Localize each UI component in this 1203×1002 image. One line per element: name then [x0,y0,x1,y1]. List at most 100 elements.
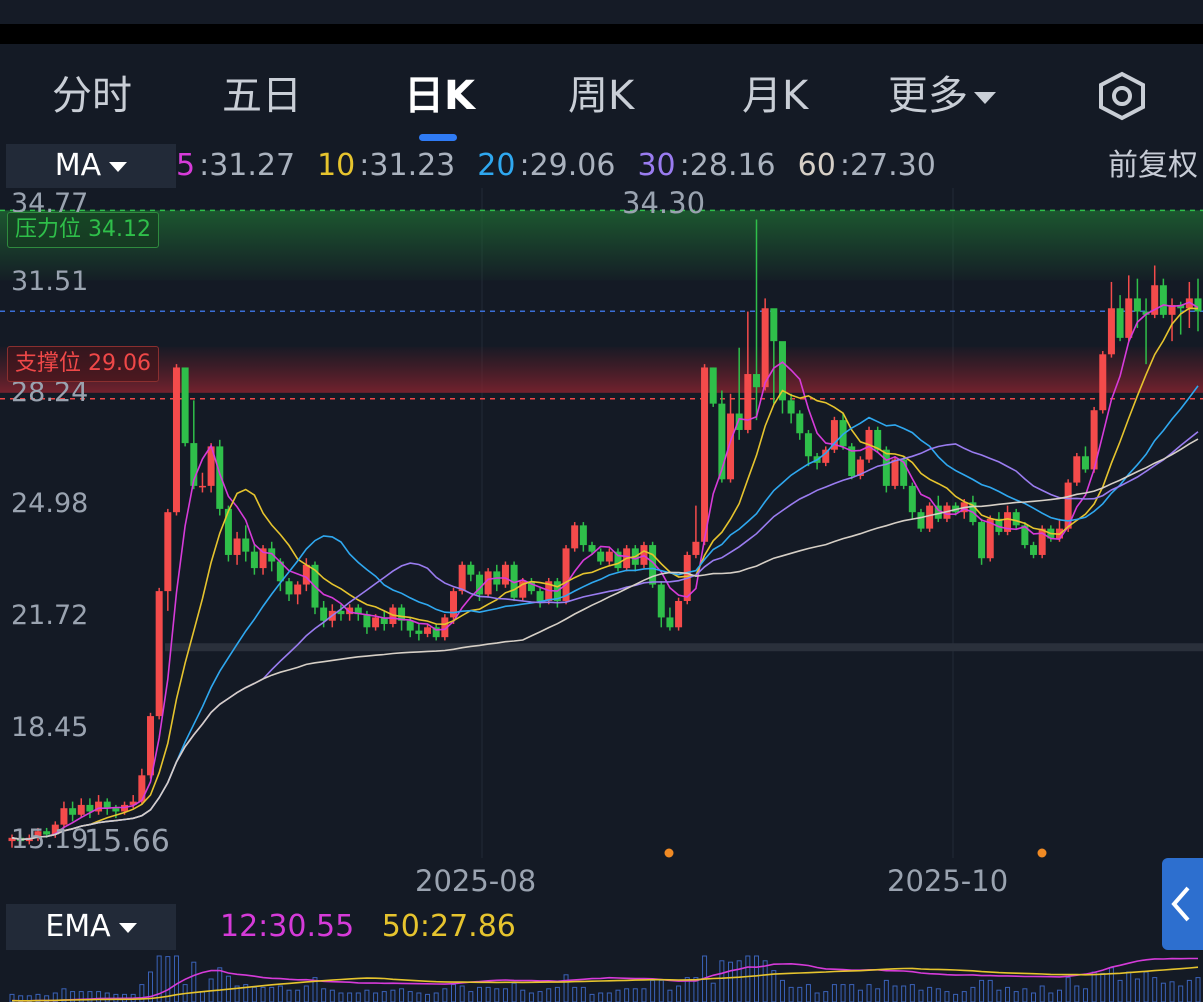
ema-bar [1074,985,1080,1002]
ema-bar [710,982,716,1002]
ema-indicator-selector[interactable]: EMA [6,904,176,950]
candle-body [458,564,466,592]
candle-body [415,630,423,634]
ema-bar [935,988,941,1002]
candle-body [112,808,120,812]
ema-bar [459,985,465,1002]
ma-30-value: 30:28.16 [637,148,779,183]
candle-body [1159,285,1167,315]
ma-legend: 5:31.27 10:31.23 20:29.06 30:28.16 60:27.30 [176,144,958,188]
ema-bar [1195,977,1201,1002]
tab-intraday[interactable]: 分时 [52,66,132,126]
ema-bar [1117,979,1123,1002]
ema-bar [286,989,292,1002]
price-adjust-mode[interactable]: 前复权 [1108,144,1198,188]
caret-down-icon [109,161,128,172]
ema-bar [1091,971,1097,1002]
tab-more[interactable]: 更多 [888,66,996,126]
event-marker-dot [664,848,674,858]
candle-body [701,367,709,542]
candle-body [752,374,760,388]
tab-weekly-k[interactable]: 周K [568,66,634,126]
candle-body [406,620,414,631]
candlestick-chart[interactable] [0,188,1203,858]
ema-bar [425,993,431,1002]
ma-5-value: 5:31.27 [176,148,299,183]
y-axis-label: 21.72 [11,600,89,631]
ema-bar [745,955,751,1002]
candle-body [579,525,587,546]
y-axis-label: 15.19 [11,824,89,855]
ema-bar [165,956,171,1002]
candle-body [1194,298,1202,312]
tab-daily-k[interactable]: 日K [404,66,475,126]
ema-bar [1082,988,1088,1002]
ma-period: 30 [637,148,676,183]
low-price-marker: 15.66 [84,824,170,859]
ma-value: :29.06 [519,148,616,183]
candle-body [891,459,899,486]
candle-body [242,538,250,552]
ema-bar [805,984,811,1002]
candle-body [908,485,916,513]
ma-indicator-selector[interactable]: MA [6,144,176,188]
tab-five-day[interactable]: 五日 [222,66,302,126]
candle-body [233,538,241,555]
y-axis-label: 31.51 [11,266,89,297]
ema-bar [520,989,526,1002]
support-zone [0,346,1203,393]
resistance-zone [0,210,1203,281]
ema-bar [658,979,664,1002]
support-label-text: 支撑位 [15,351,82,376]
candle-body [285,581,293,595]
candle-body [605,551,613,562]
ema-50-line [11,966,1199,1002]
ema-bar [1186,979,1192,1002]
candle-body [164,512,172,592]
ema-bar [563,974,569,1002]
support-level-label: 支撑位 29.06 [7,346,159,382]
ema-bar [918,989,924,1002]
ema-bar [779,979,785,1002]
candle-body [138,775,146,802]
event-marker-dot [1037,848,1047,858]
ema-bar [736,960,742,1002]
settings-hexagon-icon[interactable] [1094,71,1150,121]
ma-period: 5 [176,148,196,183]
candle-body [294,584,302,595]
ema-bar [338,992,344,1002]
candle-body [735,413,743,430]
ema-bar [892,985,898,1002]
ema-bar [1178,985,1184,1002]
ema-bar [494,988,500,1002]
baseline-band [165,643,1203,652]
ema-bar [554,986,560,1002]
ema-legend: 12:30.55 50:27.86 [220,904,534,950]
ema-bar [1126,971,1132,1002]
ema-bar [615,989,621,1002]
ema-bar [840,984,846,1002]
ema-bar [901,985,907,1002]
ema-bar [875,988,881,1002]
ema-bar [451,984,457,1002]
ma-value: :27.30 [839,148,936,183]
ema-bar [104,992,110,1002]
candle-body [588,545,596,552]
tab-monthly-k[interactable]: 月K [742,66,808,126]
candle-body [1125,298,1133,338]
ema-bar [321,988,327,1002]
candle-body [363,614,371,628]
candle-body [675,600,683,628]
ema-bar [866,984,872,1002]
collapse-panel-button[interactable] [1162,858,1203,950]
ema-bar [217,967,223,1002]
candle-body [787,400,795,414]
candle-body [926,505,934,529]
ema-bar [1100,972,1106,1002]
ema-bar [528,992,534,1002]
ema-bar [624,988,630,1002]
ema-bar [1160,982,1166,1002]
ema-bar [849,984,855,1002]
candle-body [1133,298,1141,312]
candle-body [172,367,180,513]
